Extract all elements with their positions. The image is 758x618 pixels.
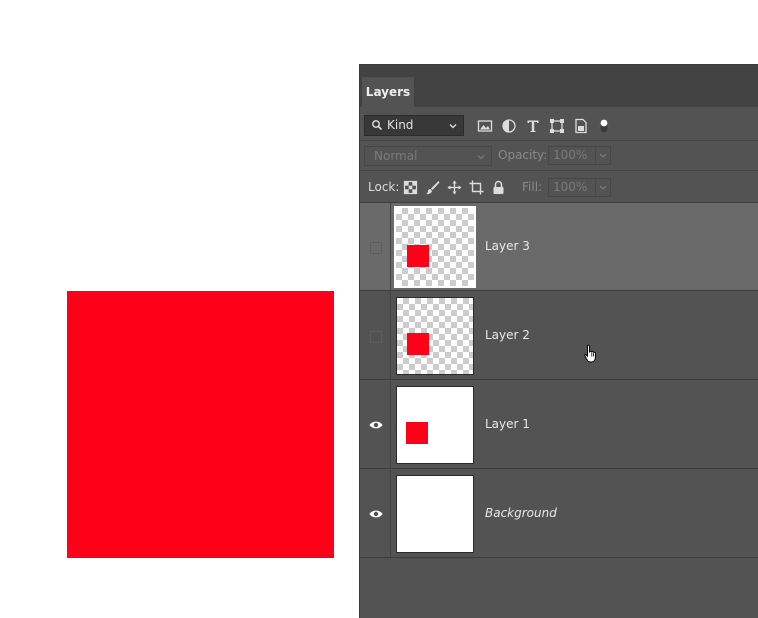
opacity-input[interactable]: 100% (548, 146, 611, 165)
layer-row-layer-1[interactable]: Layer 1 (360, 381, 758, 469)
layer-row-layer-2[interactable]: Layer 2 (360, 292, 758, 380)
layer-name[interactable]: Background (485, 506, 557, 520)
opacity-label: Opacity: (498, 148, 548, 162)
hand-cursor-icon (584, 344, 596, 363)
visibility-off-box (370, 242, 382, 254)
layer-row-background[interactable]: Background (360, 470, 758, 558)
eye-icon (369, 421, 383, 429)
filter-kind-select[interactable]: Kind (364, 115, 464, 136)
layer-thumbnail (396, 386, 474, 464)
visibility-toggle[interactable] (360, 203, 391, 290)
fill-label: Fill: (522, 180, 543, 194)
fill-dropdown[interactable] (595, 179, 610, 196)
thumbnail-red-square (406, 422, 428, 444)
layer-name[interactable]: Layer 1 (485, 417, 530, 431)
visibility-off-box (370, 331, 382, 343)
filter-row: Kind (360, 107, 758, 141)
fill-value: 100% (553, 180, 588, 194)
layer-name[interactable]: Layer 2 (485, 328, 530, 342)
adjustment-filter-icon[interactable] (501, 118, 517, 134)
layers-panel: Layers Kind Normal Opacity: 100% Lock: F… (359, 64, 758, 618)
search-icon (371, 119, 383, 131)
lock-label: Lock: (368, 180, 400, 194)
blend-row: Normal Opacity: 100% (360, 141, 758, 171)
chevron-down-icon (476, 151, 486, 161)
opacity-value: 100% (553, 148, 588, 162)
layer-thumbnail (394, 206, 476, 288)
layer-thumbnail (396, 297, 474, 375)
visibility-toggle[interactable] (360, 470, 391, 557)
blend-mode-value: Normal (374, 149, 418, 163)
visibility-toggle[interactable] (360, 381, 391, 468)
chevron-down-icon (599, 185, 607, 190)
image-filter-icon[interactable] (477, 118, 493, 134)
thumbnail-red-square (407, 245, 429, 267)
layer-row-layer-3[interactable]: Layer 3 (360, 203, 758, 291)
filter-toggle-icon[interactable] (599, 118, 609, 134)
filter-kind-label: Kind (387, 118, 414, 132)
shape-filter-icon[interactable] (549, 118, 565, 134)
lock-image-pixels-icon[interactable] (425, 180, 440, 195)
eye-icon (369, 510, 383, 518)
visibility-toggle[interactable] (360, 292, 391, 379)
canvas-red-square (67, 291, 334, 558)
lock-row: Lock: Fill: 100% (360, 171, 758, 203)
blend-mode-select[interactable]: Normal (364, 146, 492, 166)
smart-object-filter-icon[interactable] (573, 118, 589, 134)
chevron-down-icon (599, 153, 607, 158)
type-filter-icon[interactable] (525, 118, 541, 134)
lock-transparent-pixels-icon[interactable] (403, 180, 418, 195)
lock-all-icon[interactable] (491, 180, 506, 195)
opacity-dropdown[interactable] (595, 147, 610, 164)
layer-name[interactable]: Layer 3 (485, 239, 530, 253)
thumbnail-red-square (407, 333, 429, 355)
tab-layers[interactable]: Layers (362, 77, 414, 107)
lock-position-icon[interactable] (447, 180, 462, 195)
lock-artboard-icon[interactable] (469, 180, 484, 195)
fill-input[interactable]: 100% (548, 178, 611, 197)
panel-tab-bar: Layers (360, 65, 758, 107)
layer-thumbnail (396, 475, 474, 553)
chevron-down-icon (448, 120, 458, 130)
